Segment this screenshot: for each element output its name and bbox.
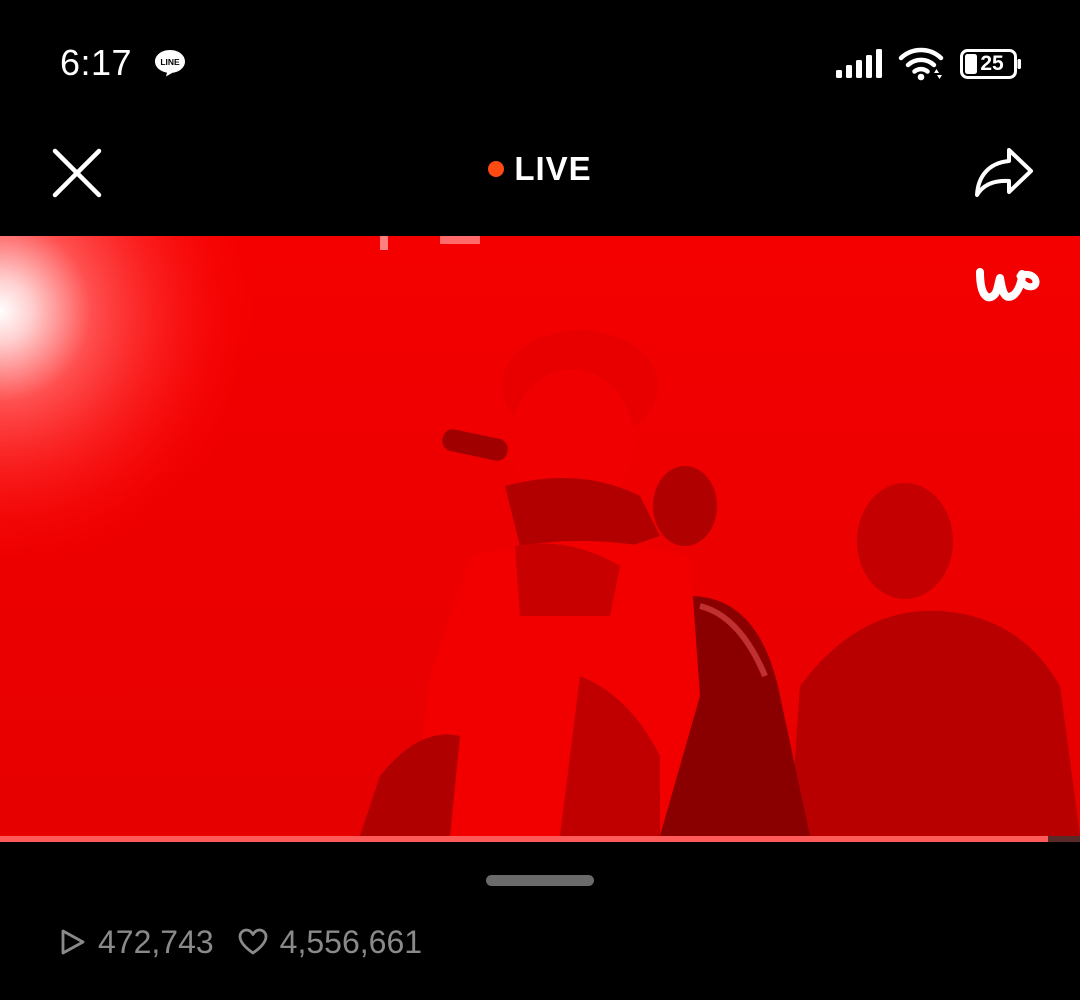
weverse-logo	[976, 268, 1040, 302]
stream-stats: 472,743 4,556,661	[60, 920, 422, 964]
status-time: 6:17	[60, 42, 133, 83]
live-indicator: LIVE	[0, 150, 1080, 188]
player-header: LIVE	[0, 120, 1080, 235]
play-count: 472,743	[60, 924, 214, 961]
sheet-drag-handle[interactable]	[486, 875, 594, 886]
live-label: LIVE	[514, 150, 592, 187]
play-count-value: 472,743	[98, 923, 214, 960]
signal-icon	[836, 49, 882, 78]
share-button[interactable]	[972, 142, 1036, 204]
heart-icon	[238, 928, 268, 955]
status-icons: 25	[836, 46, 1022, 82]
share-icon[interactable]	[973, 145, 1035, 201]
video-player[interactable]	[0, 236, 1080, 836]
wifi-icon	[898, 47, 944, 81]
video-frame	[0, 236, 1080, 836]
status-bar: 6:17 LINE 25	[0, 0, 1080, 120]
battery-level: 25	[980, 52, 1004, 75]
video-progress-fill	[0, 836, 1048, 842]
video-progress-bar[interactable]	[0, 836, 1080, 842]
play-icon	[61, 929, 85, 955]
live-dot	[488, 161, 505, 177]
line-app-icon: LINE	[155, 50, 185, 77]
live-player-screen: 6:17 LINE 25 LIVE 472,743 4,556,661	[0, 0, 1080, 1000]
line-badge-text: LINE	[160, 57, 180, 67]
like-count-value: 4,556,661	[279, 923, 423, 960]
battery-icon: 25	[960, 49, 1022, 79]
like-count: 4,556,661	[238, 924, 422, 961]
